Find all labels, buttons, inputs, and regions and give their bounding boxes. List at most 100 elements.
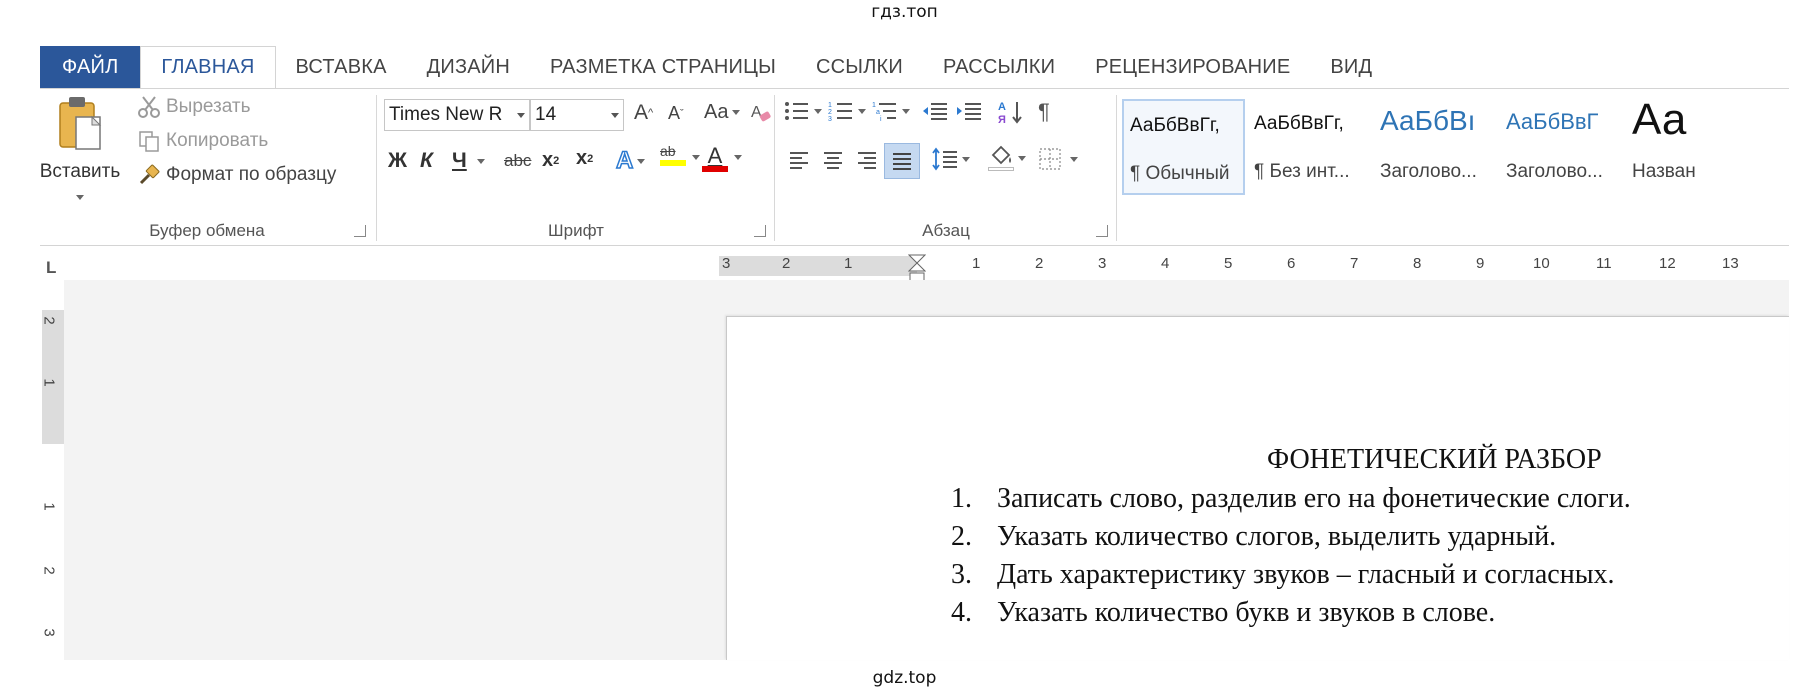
ruler-tick: 13	[1722, 255, 1739, 272]
style-sample: АаБбВвГг,	[1130, 115, 1220, 136]
tab-file[interactable]: ФАЙЛ	[40, 46, 141, 88]
decrease-indent-button[interactable]	[922, 99, 948, 123]
vertical-ruler[interactable]: 2 1 1 2 3	[40, 310, 64, 660]
document-page[interactable]: ФОНЕТИЧЕСКИЙ РАЗБОР 1. Записать слово, ра…	[726, 316, 1789, 660]
text-effects-button[interactable]: A	[615, 146, 646, 175]
svg-text:i: i	[880, 116, 882, 123]
cut-label: Вырезать	[166, 96, 251, 117]
copy-button[interactable]: Копировать	[136, 129, 268, 153]
list-text: Указать количество слогов, выделить удар…	[997, 521, 1557, 552]
svg-text:a: a	[876, 109, 880, 116]
ruler-tick: 2	[1035, 255, 1044, 272]
numbering-button[interactable]: 123	[828, 99, 866, 123]
multilevel-list-button[interactable]: 1ai	[872, 99, 910, 123]
tab-home[interactable]: ГЛАВНАЯ	[140, 46, 276, 89]
font-size-dropdown[interactable]: 14	[530, 99, 624, 131]
ruler-tick: 12	[1659, 255, 1676, 272]
paragraph-group: 123 1ai АЯ ¶ Абзац	[776, 89, 1116, 245]
ruler-tick: 3	[722, 255, 731, 272]
justify-button[interactable]	[884, 143, 920, 179]
watermark-top: гдз.топ	[871, 2, 938, 22]
text-effects-icon: A	[615, 146, 634, 175]
tab-page-layout[interactable]: РАЗМЕТКА СТРАНИЦЫ	[530, 46, 796, 88]
style-normal[interactable]: АаБбВвГг, ¶ Обычный	[1122, 99, 1245, 195]
shrink-font-button[interactable]: Aˇ	[668, 103, 684, 124]
bold-button[interactable]: Ж	[388, 149, 407, 173]
line-spacing-button[interactable]	[932, 147, 970, 171]
watermark-bottom: gdz.top	[872, 668, 937, 688]
superscript-button[interactable]: x2	[576, 147, 593, 170]
paste-button[interactable]: Вставить	[40, 161, 121, 183]
ribbon-tabs: ФАЙЛ ГЛАВНАЯ ВСТАВКА ДИЗАЙН РАЗМЕТКА СТР…	[40, 46, 1789, 89]
list-item: 3. Дать характеристику звуков – гласный и…	[951, 559, 1615, 591]
subscript-button[interactable]: x2	[542, 149, 559, 172]
tab-view[interactable]: ВИД	[1310, 46, 1392, 88]
svg-text:Я: Я	[998, 114, 1006, 125]
horizontal-ruler[interactable]: 3 2 1 1 2 3 4 5 6 7 8 9 10 11 12 13	[719, 254, 1789, 283]
ruler-tick: 2	[40, 566, 58, 575]
sort-icon: АЯ	[998, 99, 1024, 125]
ruler-tick: 7	[1350, 255, 1359, 272]
clear-formatting-button[interactable]: A	[750, 101, 772, 125]
paragraph-launcher-icon[interactable]	[1096, 225, 1108, 237]
paste-icon[interactable]	[50, 93, 110, 153]
borders-icon	[1038, 147, 1062, 171]
style-heading-2[interactable]: АаБбВвГ Заголово...	[1500, 99, 1623, 195]
style-no-spacing[interactable]: АаБбВвГг, ¶ Без инт...	[1248, 99, 1371, 195]
strikethrough-button[interactable]: abc	[504, 151, 531, 171]
highlight-dropdown-icon[interactable]	[688, 155, 700, 160]
ruler-tick: 8	[1413, 255, 1422, 272]
ruler-tick: 1	[40, 502, 58, 511]
ribbon: Вставить Вырезать Копировать Формат по о…	[40, 88, 1789, 246]
clipboard-group-label: Буфер обмена	[149, 221, 265, 240]
align-center-icon	[822, 149, 844, 171]
ruler-tick: 1	[40, 378, 58, 387]
style-sample: АаБбВвГ	[1506, 109, 1599, 134]
format-painter-button[interactable]: Формат по образцу	[136, 163, 336, 187]
tab-mailings[interactable]: РАССЫЛКИ	[923, 46, 1075, 88]
clipboard-launcher-icon[interactable]	[354, 225, 366, 237]
align-right-button[interactable]	[856, 149, 878, 171]
underline-button[interactable]: Ч	[452, 149, 485, 173]
svg-text:1: 1	[828, 102, 832, 109]
svg-text:А: А	[998, 101, 1006, 113]
increase-indent-button[interactable]	[956, 99, 982, 123]
cut-button[interactable]: Вырезать	[136, 95, 251, 119]
align-center-button[interactable]	[822, 149, 844, 171]
style-title[interactable]: Аа Назван	[1626, 95, 1749, 195]
style-sample: Аа	[1632, 95, 1687, 144]
tab-stop-selector[interactable]: L	[46, 258, 56, 278]
highlight-color-bar	[660, 160, 686, 166]
underline-label: Ч	[452, 149, 467, 172]
style-heading-1[interactable]: АаБбВı Заголово...	[1374, 99, 1497, 195]
change-case-button[interactable]: Aa	[704, 101, 741, 124]
multilevel-list-icon: 1ai	[872, 99, 898, 123]
tab-references[interactable]: ССЫЛКИ	[796, 46, 923, 88]
tab-insert[interactable]: ВСТАВКА	[276, 46, 407, 88]
numbered-list-icon: 123	[828, 99, 854, 123]
font-color-dropdown-icon[interactable]	[730, 155, 742, 160]
italic-button[interactable]: К	[420, 149, 433, 173]
ruler-tick: 5	[1224, 255, 1233, 272]
bullets-button[interactable]	[784, 99, 822, 123]
font-name-value: Times New R	[389, 104, 503, 125]
show-marks-button[interactable]: ¶	[1038, 99, 1050, 125]
grow-font-button[interactable]: A ^	[634, 101, 653, 125]
brush-icon	[136, 163, 162, 187]
tab-review[interactable]: РЕЦЕНЗИРОВАНИЕ	[1075, 46, 1310, 88]
align-left-button[interactable]	[788, 149, 810, 171]
superscript-label: x	[576, 147, 588, 169]
ruler-margin-left	[719, 256, 917, 276]
change-case-icon: Aa	[704, 101, 729, 123]
font-color-button[interactable]: A	[702, 143, 728, 172]
chevron-down-icon	[611, 113, 619, 118]
tab-design[interactable]: ДИЗАЙН	[407, 46, 530, 88]
font-launcher-icon[interactable]	[754, 225, 766, 237]
sort-button[interactable]: АЯ	[998, 99, 1024, 125]
highlight-button[interactable]: ab	[660, 143, 686, 166]
shading-button[interactable]	[988, 145, 1026, 171]
font-name-dropdown[interactable]: Times New R	[384, 99, 530, 131]
borders-button[interactable]	[1038, 147, 1078, 171]
ruler-tick: 3	[40, 628, 58, 637]
paste-dropdown-icon[interactable]	[76, 195, 84, 200]
